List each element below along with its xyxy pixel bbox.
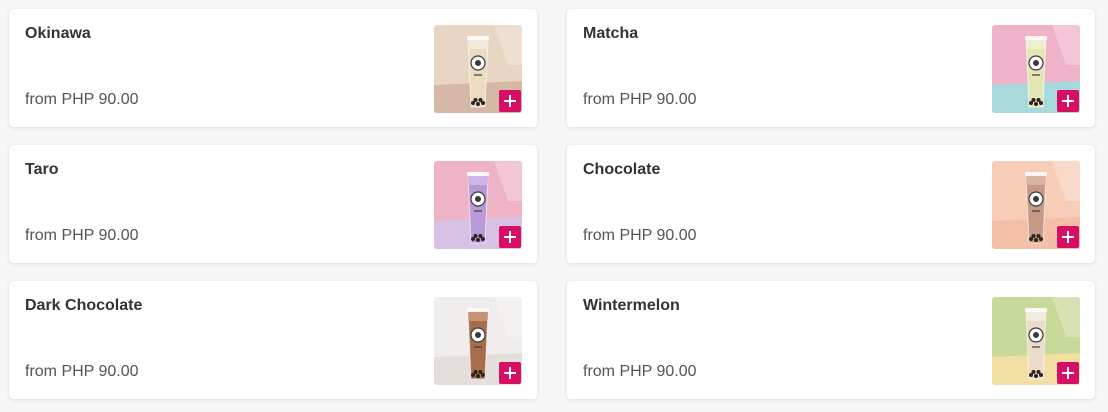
menu-item-card[interactable]: Okinawa from PHP 90.00 [9,9,537,127]
item-price: from PHP 90.00 [25,363,139,380]
plus-icon [1062,95,1074,107]
add-to-cart-button[interactable] [1057,90,1079,112]
add-to-cart-button[interactable] [499,90,521,112]
item-price: from PHP 90.00 [583,91,697,108]
plus-icon [504,367,516,379]
item-price: from PHP 90.00 [25,91,139,108]
item-name: Taro [25,161,59,178]
item-name: Wintermelon [583,297,680,314]
plus-icon [1062,367,1074,379]
add-to-cart-button[interactable] [499,362,521,384]
item-price: from PHP 90.00 [583,363,697,380]
item-name: Okinawa [25,25,91,42]
item-price: from PHP 90.00 [583,227,697,244]
menu-grid: Okinawa from PHP 90.00 Matcha from PHP 9… [0,0,1108,412]
menu-item-card[interactable]: Wintermelon from PHP 90.00 [567,281,1095,399]
item-price: from PHP 90.00 [25,227,139,244]
plus-icon [504,231,516,243]
add-to-cart-button[interactable] [499,226,521,248]
menu-item-card[interactable]: Chocolate from PHP 90.00 [567,145,1095,263]
menu-item-card[interactable]: Taro from PHP 90.00 [9,145,537,263]
add-to-cart-button[interactable] [1057,226,1079,248]
item-name: Chocolate [583,161,661,178]
plus-icon [1062,231,1074,243]
menu-item-card[interactable]: Dark Chocolate from PHP 90.00 [9,281,537,399]
menu-item-card[interactable]: Matcha from PHP 90.00 [567,9,1095,127]
item-name: Matcha [583,25,639,42]
add-to-cart-button[interactable] [1057,362,1079,384]
item-name: Dark Chocolate [25,297,143,314]
plus-icon [504,95,516,107]
